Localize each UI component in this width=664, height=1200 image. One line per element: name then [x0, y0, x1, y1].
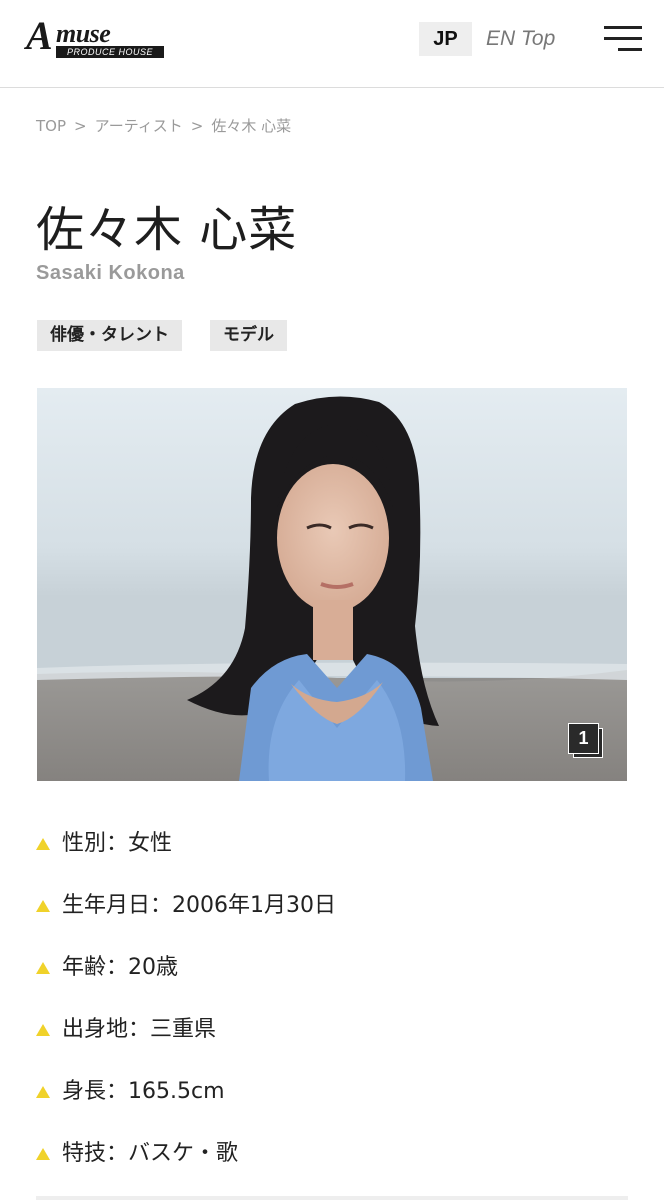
- photo-count-label: 1: [568, 723, 599, 754]
- hamburger-menu-icon[interactable]: [598, 24, 642, 54]
- breadcrumb-current: 佐々木 心菜: [211, 117, 292, 135]
- breadcrumb-artists-link[interactable]: アーティスト: [95, 117, 183, 135]
- triangle-bullet-icon: [36, 1148, 50, 1160]
- logo-wordmark: muse: [56, 19, 111, 48]
- breadcrumb: TOP > アーティスト > 佐々木 心菜: [36, 115, 291, 137]
- photo-gallery-count[interactable]: 1: [568, 723, 606, 761]
- profile-item-skills: 特技：バスケ・歌: [36, 1123, 336, 1185]
- language-en-top-link[interactable]: EN Top: [486, 22, 555, 56]
- profile-text: 出身地：三重県: [62, 1017, 217, 1042]
- triangle-bullet-icon: [36, 962, 50, 974]
- triangle-bullet-icon: [36, 1024, 50, 1036]
- category-tag-model[interactable]: モデル: [210, 320, 287, 351]
- site-header: A muse PRODUCE HOUSE JP EN Top: [0, 0, 664, 88]
- artist-name-romaji: Sasaki Kokona: [36, 262, 185, 284]
- logo-subtitle: PRODUCE HOUSE: [56, 46, 164, 58]
- profile-text: 性別：女性: [62, 831, 173, 856]
- triangle-bullet-icon: [36, 900, 50, 912]
- breadcrumb-separator: >: [190, 117, 204, 135]
- category-tag-actor-talent[interactable]: 俳優・タレント: [37, 320, 182, 351]
- breadcrumb-separator: >: [74, 117, 87, 135]
- profile-text: 特技：バスケ・歌: [62, 1141, 239, 1166]
- profile-text: 年齢：20歳: [62, 955, 178, 980]
- breadcrumb-top-link[interactable]: TOP: [36, 117, 66, 135]
- profile-item-age: 年齢：20歳: [36, 937, 336, 999]
- menu-line: [618, 48, 642, 51]
- artist-name-title: 佐々木 心菜: [36, 202, 298, 259]
- profile-text: 身長：165.5cm: [62, 1079, 225, 1104]
- triangle-bullet-icon: [36, 1086, 50, 1098]
- next-section-edge: [36, 1196, 628, 1200]
- profile-text: 生年月日：2006年1月30日: [62, 893, 336, 918]
- profile-list: 性別：女性 生年月日：2006年1月30日 年齢：20歳 出身地：三重県 身長：…: [36, 813, 336, 1185]
- artist-photo[interactable]: [37, 388, 627, 781]
- language-jp-button[interactable]: JP: [419, 22, 472, 56]
- profile-item-birthdate: 生年月日：2006年1月30日: [36, 875, 336, 937]
- profile-item-hometown: 出身地：三重県: [36, 999, 336, 1061]
- triangle-bullet-icon: [36, 838, 50, 850]
- menu-line: [604, 37, 642, 40]
- profile-item-height: 身長：165.5cm: [36, 1061, 336, 1123]
- profile-item-gender: 性別：女性: [36, 813, 336, 875]
- amuse-logo[interactable]: A muse PRODUCE HOUSE: [26, 16, 168, 60]
- logo-initial: A: [26, 13, 53, 58]
- menu-line: [604, 26, 642, 29]
- artist-photo-illustration: [37, 388, 627, 781]
